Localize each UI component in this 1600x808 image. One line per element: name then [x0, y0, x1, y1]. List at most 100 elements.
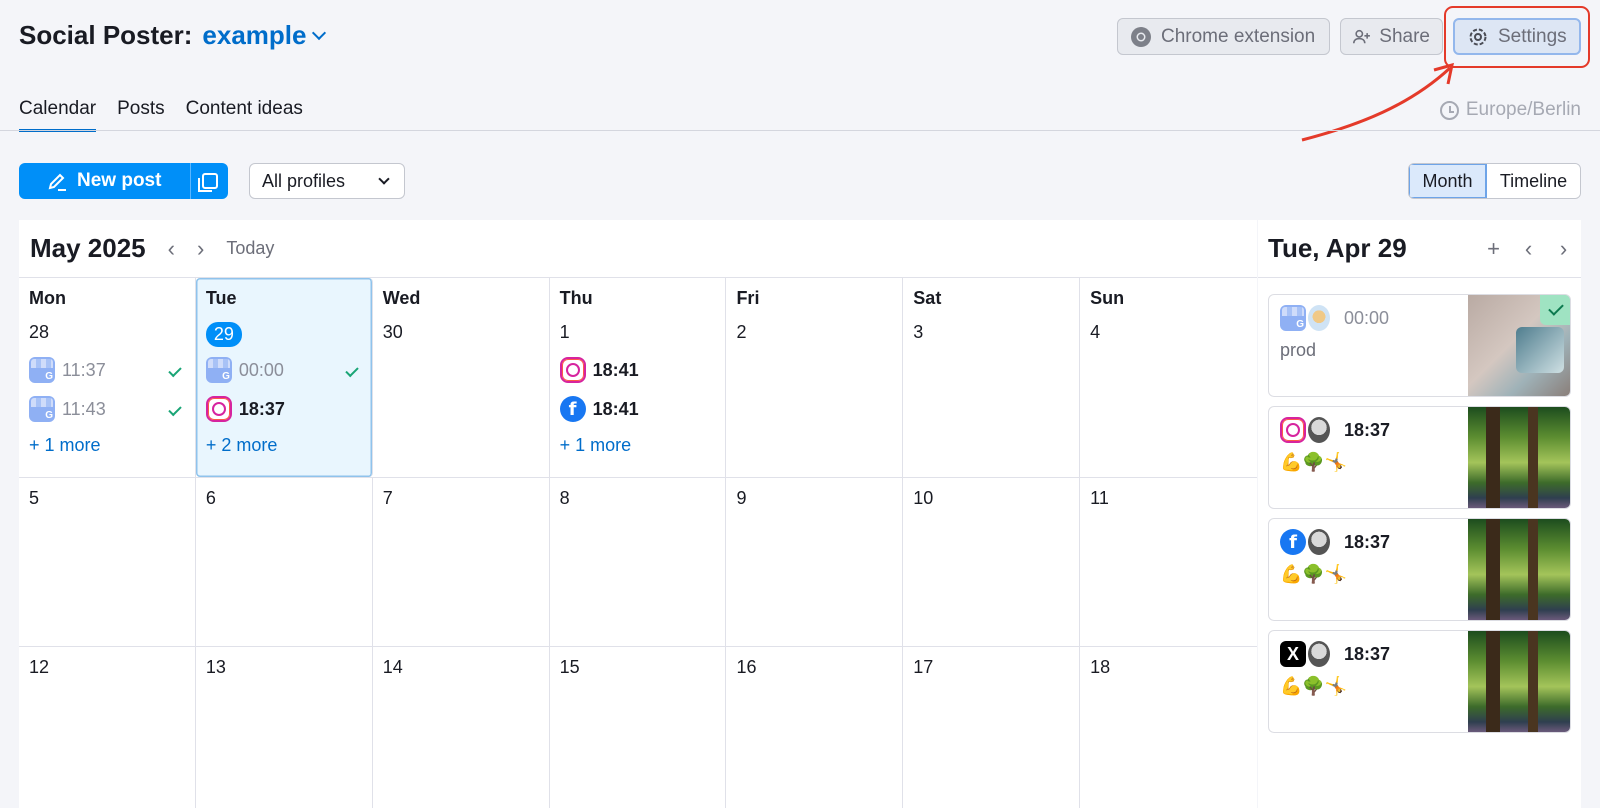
day-number: 12: [29, 657, 50, 677]
calendar-post[interactable]: 18:41: [559, 357, 716, 383]
project-switcher[interactable]: example: [202, 20, 327, 51]
day-number: 11: [1090, 488, 1109, 508]
day-number: 18: [1090, 657, 1111, 677]
view-switcher: Month Timeline: [1408, 163, 1581, 199]
next-month-button[interactable]: ›: [197, 236, 204, 262]
post-time: 00:00: [238, 359, 284, 380]
avatar: [1308, 641, 1330, 667]
post-time: 11:43: [62, 398, 106, 419]
check-icon: [168, 363, 182, 377]
weekday-label: Tue: [205, 288, 237, 308]
tab-divider: [0, 130, 1600, 131]
profiles-select-value: All profiles: [262, 170, 346, 191]
day-cell[interactable]: 17: [903, 647, 1081, 808]
day-cell[interactable]: 5: [19, 478, 196, 646]
calendar-week: Mon 28 11:37 11:43 + 1 more Tue 29: [19, 278, 1257, 478]
post-text: prod: [1280, 340, 1317, 360]
annotation-arrow-icon: [1301, 62, 1454, 142]
view-timeline-button[interactable]: Timeline: [1487, 164, 1580, 198]
google-business-icon: [29, 396, 55, 422]
more-posts-link[interactable]: + 1 more: [560, 435, 716, 456]
post-card[interactable]: X 18:37 💪🌳🤸: [1268, 630, 1571, 733]
view-month-button[interactable]: Month: [1409, 164, 1487, 198]
day-number: 10: [913, 488, 934, 508]
post-thumbnail: [1468, 631, 1570, 732]
day-cell[interactable]: 7: [373, 478, 550, 646]
duplicate-post-button[interactable]: [190, 163, 228, 199]
post-card-meta: X 18:37: [1280, 641, 1390, 667]
x-icon: X: [1280, 641, 1306, 667]
tab-content-ideas[interactable]: Content ideas: [186, 98, 303, 132]
share-label: Share: [1379, 25, 1430, 47]
pencil-icon: [48, 173, 66, 191]
day-cell[interactable]: 8: [550, 478, 727, 646]
prev-month-button[interactable]: ‹: [168, 236, 175, 262]
new-post-label: New post: [77, 170, 162, 191]
day-cell[interactable]: 18: [1080, 647, 1257, 808]
post-time: 00:00: [1344, 307, 1390, 328]
check-icon: [345, 363, 359, 377]
chevron-down-icon: [312, 25, 327, 40]
day-cell[interactable]: 9: [726, 478, 904, 646]
more-posts-link[interactable]: + 2 more: [206, 435, 362, 456]
calendar-post[interactable]: 11:37: [29, 357, 185, 383]
month-calendar: May 2025 ‹ › Today Mon 28 11:37 11:43: [19, 220, 1257, 808]
settings-button[interactable]: Settings: [1453, 18, 1581, 55]
day-number: 28: [29, 322, 50, 342]
tab-posts[interactable]: Posts: [117, 98, 165, 132]
day-cell[interactable]: Sat 3: [903, 278, 1081, 477]
new-post-button[interactable]: New post: [19, 163, 190, 199]
timezone[interactable]: Europe/Berlin: [1439, 99, 1581, 121]
day-cell[interactable]: 16: [726, 647, 904, 808]
post-card[interactable]: f 18:37 💪🌳🤸: [1268, 518, 1571, 621]
post-time: 18:37: [1344, 531, 1391, 552]
day-cell[interactable]: Mon 28 11:37 11:43 + 1 more: [19, 278, 196, 477]
day-number: 8: [559, 488, 570, 508]
day-cell[interactable]: Fri 2: [726, 278, 904, 477]
post-text: 💪🌳🤸: [1280, 676, 1348, 696]
calendar-week: 12 13 14 15 16 17 18: [19, 647, 1257, 808]
calendar-post[interactable]: f 18:41: [559, 396, 716, 422]
day-number: 2: [736, 322, 747, 342]
day-number: 30: [382, 322, 403, 342]
post-card[interactable]: 18:37 💪🌳🤸: [1268, 406, 1571, 509]
post-text: 💪🌳🤸: [1280, 564, 1348, 584]
today-button[interactable]: Today: [226, 238, 274, 259]
day-cell[interactable]: 6: [196, 478, 373, 646]
google-business-icon: [1280, 305, 1306, 331]
day-number: 6: [205, 488, 216, 508]
timezone-label: Europe/Berlin: [1465, 99, 1581, 120]
calendar-post[interactable]: 11:43: [29, 396, 185, 422]
google-business-icon: [205, 357, 232, 383]
next-day-button[interactable]: ›: [1546, 236, 1581, 262]
profiles-select[interactable]: All profiles: [249, 163, 405, 199]
day-cell[interactable]: 15: [550, 647, 727, 808]
calendar-post[interactable]: 18:37: [205, 396, 362, 422]
share-button[interactable]: Share: [1340, 18, 1443, 55]
day-number: 4: [1090, 322, 1101, 342]
post-card-meta: 18:37: [1280, 417, 1390, 443]
day-cell[interactable]: 10: [903, 478, 1081, 646]
google-business-icon: [29, 357, 55, 383]
more-posts-link[interactable]: + 1 more: [29, 435, 185, 456]
avatar: [1308, 417, 1330, 443]
facebook-icon: f: [1280, 529, 1306, 555]
day-cell[interactable]: 13: [196, 647, 373, 808]
calendar-post[interactable]: 00:00: [205, 357, 362, 383]
add-post-button[interactable]: +: [1476, 236, 1511, 262]
check-icon: [1540, 295, 1570, 325]
prev-day-button[interactable]: ‹: [1511, 236, 1546, 262]
day-cell-selected[interactable]: Tue 29 00:00 18:37 + 2 more: [195, 278, 373, 477]
chrome-extension-button[interactable]: Chrome extension: [1117, 18, 1330, 55]
day-cell[interactable]: 12: [19, 647, 196, 808]
avatar: [1308, 529, 1330, 555]
post-text: 💪🌳🤸: [1280, 452, 1348, 472]
day-cell[interactable]: Sun 4: [1080, 278, 1257, 477]
day-cell[interactable]: 11: [1080, 478, 1257, 646]
weekday-label: Mon: [29, 288, 66, 308]
tab-calendar[interactable]: Calendar: [19, 98, 97, 132]
day-cell[interactable]: 14: [373, 647, 550, 808]
post-card[interactable]: 00:00 prod: [1268, 294, 1571, 397]
day-cell[interactable]: Wed 30: [373, 278, 550, 477]
day-cell[interactable]: Thu 1 18:41 f 18:41 + 1 more: [550, 278, 727, 477]
